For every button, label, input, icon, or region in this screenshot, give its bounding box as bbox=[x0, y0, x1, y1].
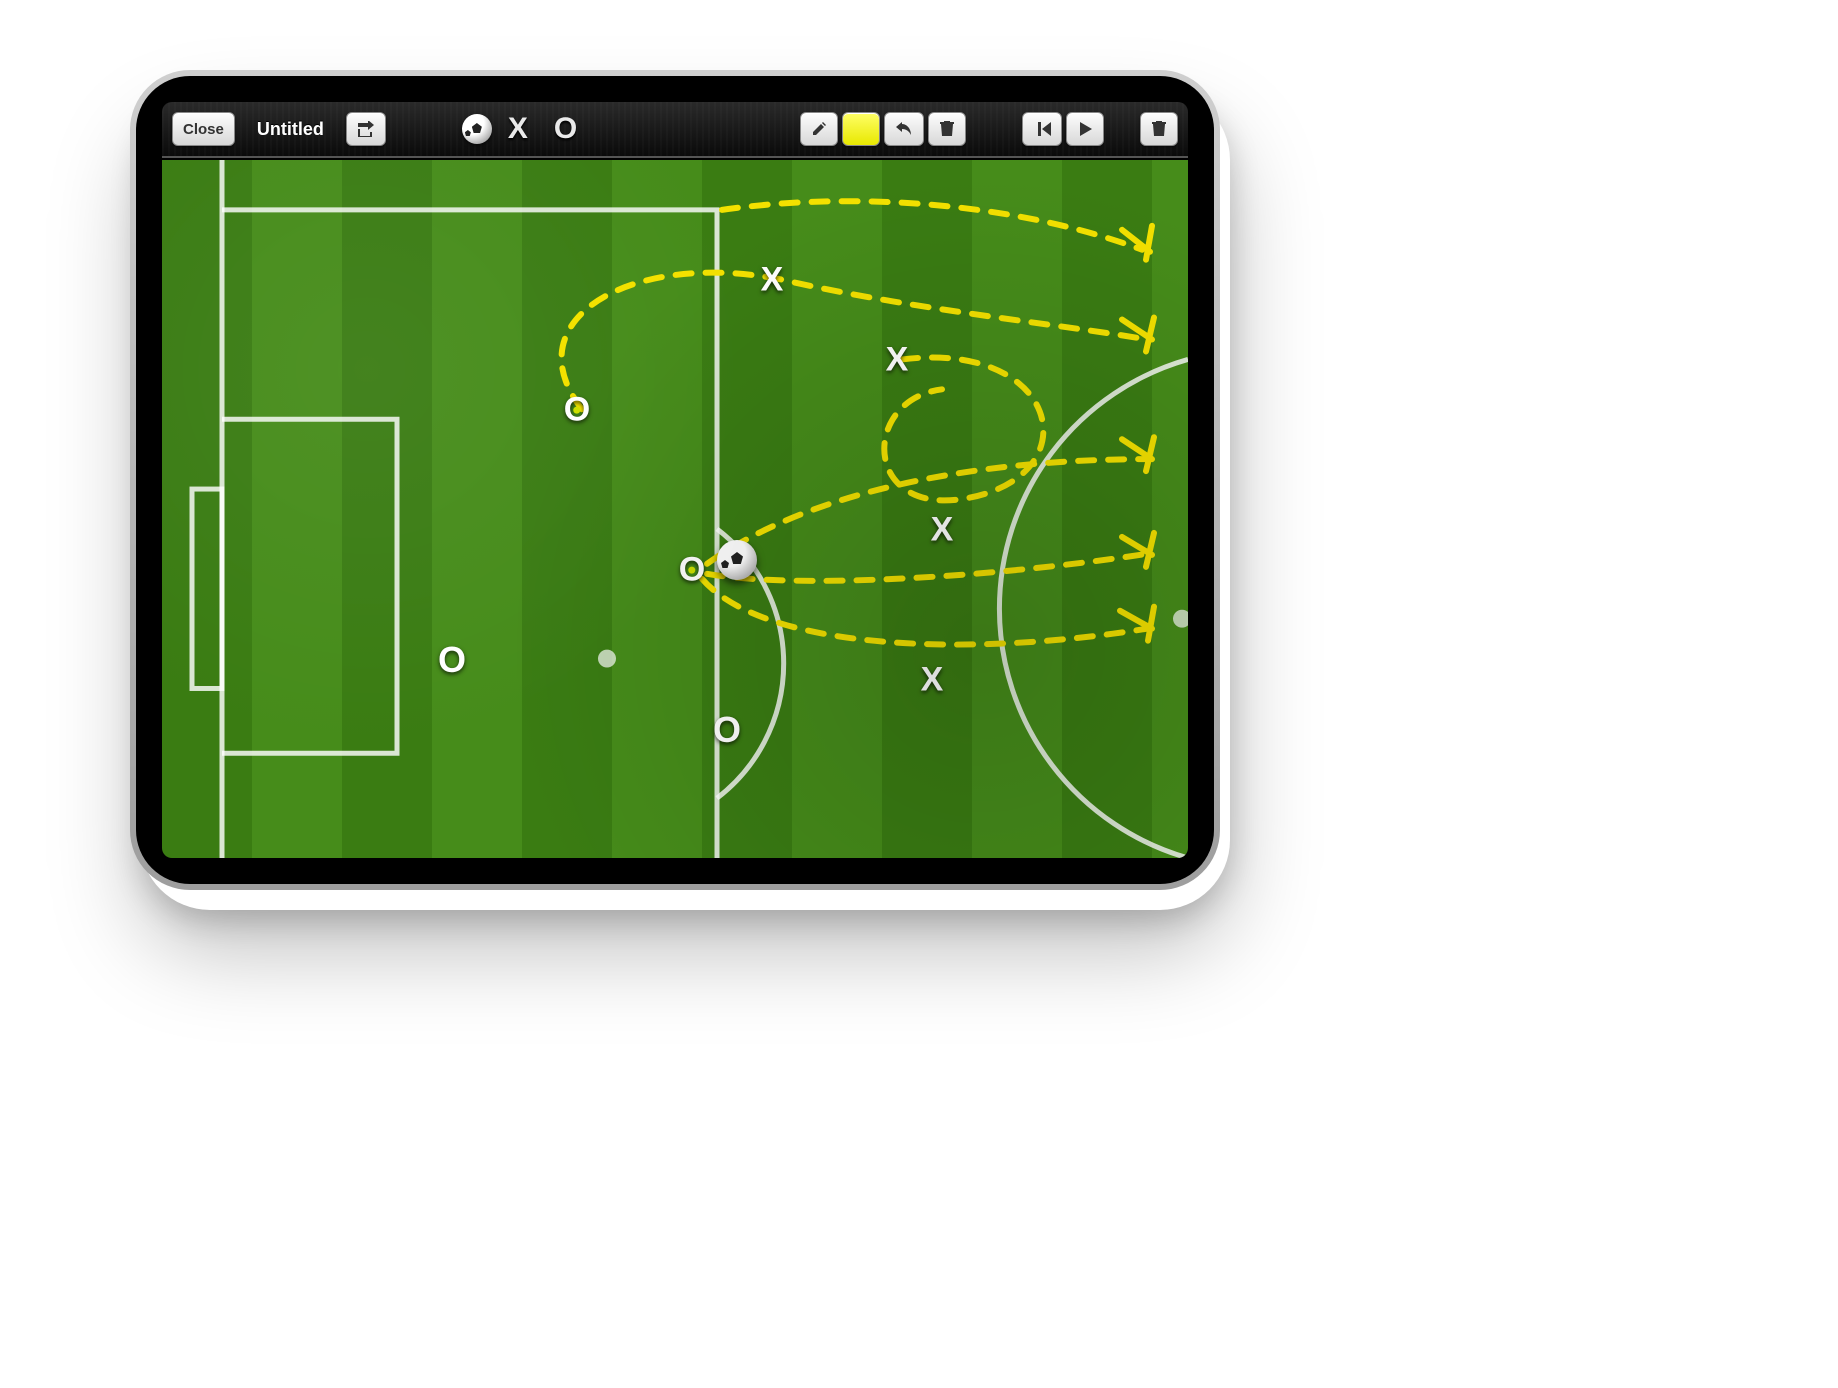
step-icon bbox=[1033, 122, 1051, 136]
undo-button[interactable] bbox=[884, 112, 924, 146]
trash-icon bbox=[940, 121, 954, 137]
ipad-device-frame: Close Untitled X O bbox=[130, 70, 1220, 890]
app-screen: Close Untitled X O bbox=[162, 102, 1188, 858]
soccer-field-canvas[interactable]: X X X X O O O O bbox=[162, 160, 1188, 858]
trash-icon bbox=[1152, 121, 1166, 137]
player-o-4[interactable]: O bbox=[713, 709, 741, 751]
record-step-button[interactable] bbox=[1022, 112, 1062, 146]
soccer-ball-tool[interactable] bbox=[462, 114, 492, 144]
share-button[interactable] bbox=[346, 112, 386, 146]
x-marker-tool[interactable]: X bbox=[508, 112, 538, 146]
playback-group bbox=[1022, 112, 1104, 146]
erase-button[interactable] bbox=[928, 112, 966, 146]
play-icon bbox=[1078, 122, 1092, 136]
delete-button[interactable] bbox=[1140, 112, 1178, 146]
player-o-2[interactable]: O bbox=[679, 551, 705, 590]
player-x-2[interactable]: X bbox=[886, 341, 909, 380]
document-title: Untitled bbox=[257, 119, 324, 140]
close-button[interactable]: Close bbox=[172, 112, 235, 146]
player-o-1[interactable]: O bbox=[564, 391, 590, 430]
share-icon bbox=[357, 121, 375, 137]
player-x-3[interactable]: X bbox=[931, 511, 954, 550]
pencil-button[interactable] bbox=[800, 112, 838, 146]
pencil-icon bbox=[811, 121, 827, 137]
player-x-4[interactable]: X bbox=[921, 661, 944, 700]
o-marker-tool[interactable]: O bbox=[554, 112, 577, 146]
play-button[interactable] bbox=[1066, 112, 1104, 146]
toolbar: Close Untitled X O bbox=[162, 102, 1188, 158]
undo-icon bbox=[895, 122, 913, 136]
tactical-drawing bbox=[162, 160, 1188, 858]
soccer-ball-marker[interactable] bbox=[717, 540, 757, 580]
color-swatch-button[interactable] bbox=[842, 112, 880, 146]
draw-tool-group bbox=[800, 112, 966, 146]
player-x-1[interactable]: X bbox=[761, 261, 784, 300]
player-o-3[interactable]: O bbox=[438, 639, 466, 681]
